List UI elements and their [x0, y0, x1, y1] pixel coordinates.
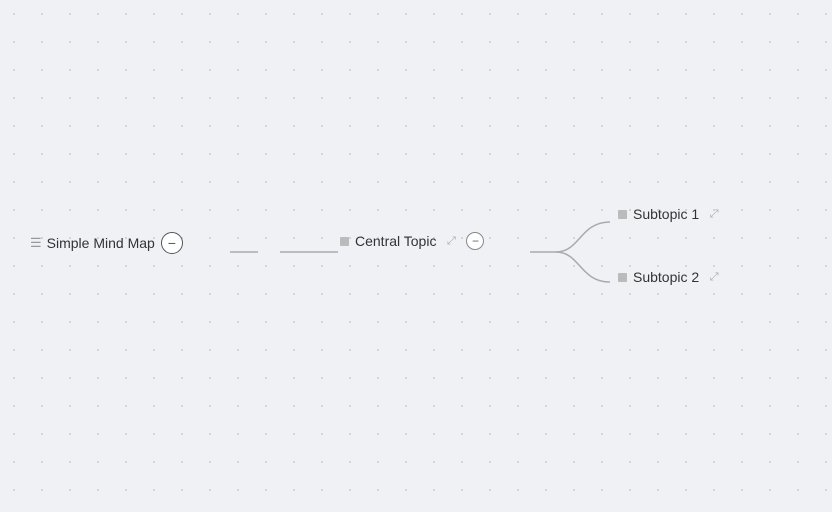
central-collapse-button[interactable] [466, 232, 484, 250]
root-node-label: Simple Mind Map [47, 235, 155, 251]
root-node: ☰ Simple Mind Map [30, 232, 183, 254]
subtopic1-node: Subtopic 1 ⤢ [618, 205, 723, 223]
root-collapse-button[interactable] [161, 232, 183, 254]
subtopic2-square [618, 273, 627, 282]
central-node-square [340, 237, 349, 246]
list-icon: ☰ [30, 235, 42, 251]
subtopic1-label: Subtopic 1 [633, 206, 699, 222]
subtopic2-node: Subtopic 2 ⤢ [618, 268, 723, 286]
subtopic2-label: Subtopic 2 [633, 269, 699, 285]
subtopic1-square [618, 210, 627, 219]
central-node: Central Topic ⤢ [340, 232, 484, 250]
connection-lines [0, 0, 832, 512]
central-node-label: Central Topic [355, 233, 436, 249]
subtopic1-resize-icon[interactable]: ⤢ [705, 205, 723, 223]
mind-map-canvas: ☰ Simple Mind Map Central Topic ⤢ Subtop… [0, 0, 832, 512]
subtopic2-resize-icon[interactable]: ⤢ [705, 268, 723, 286]
central-resize-icon[interactable]: ⤢ [442, 232, 460, 250]
